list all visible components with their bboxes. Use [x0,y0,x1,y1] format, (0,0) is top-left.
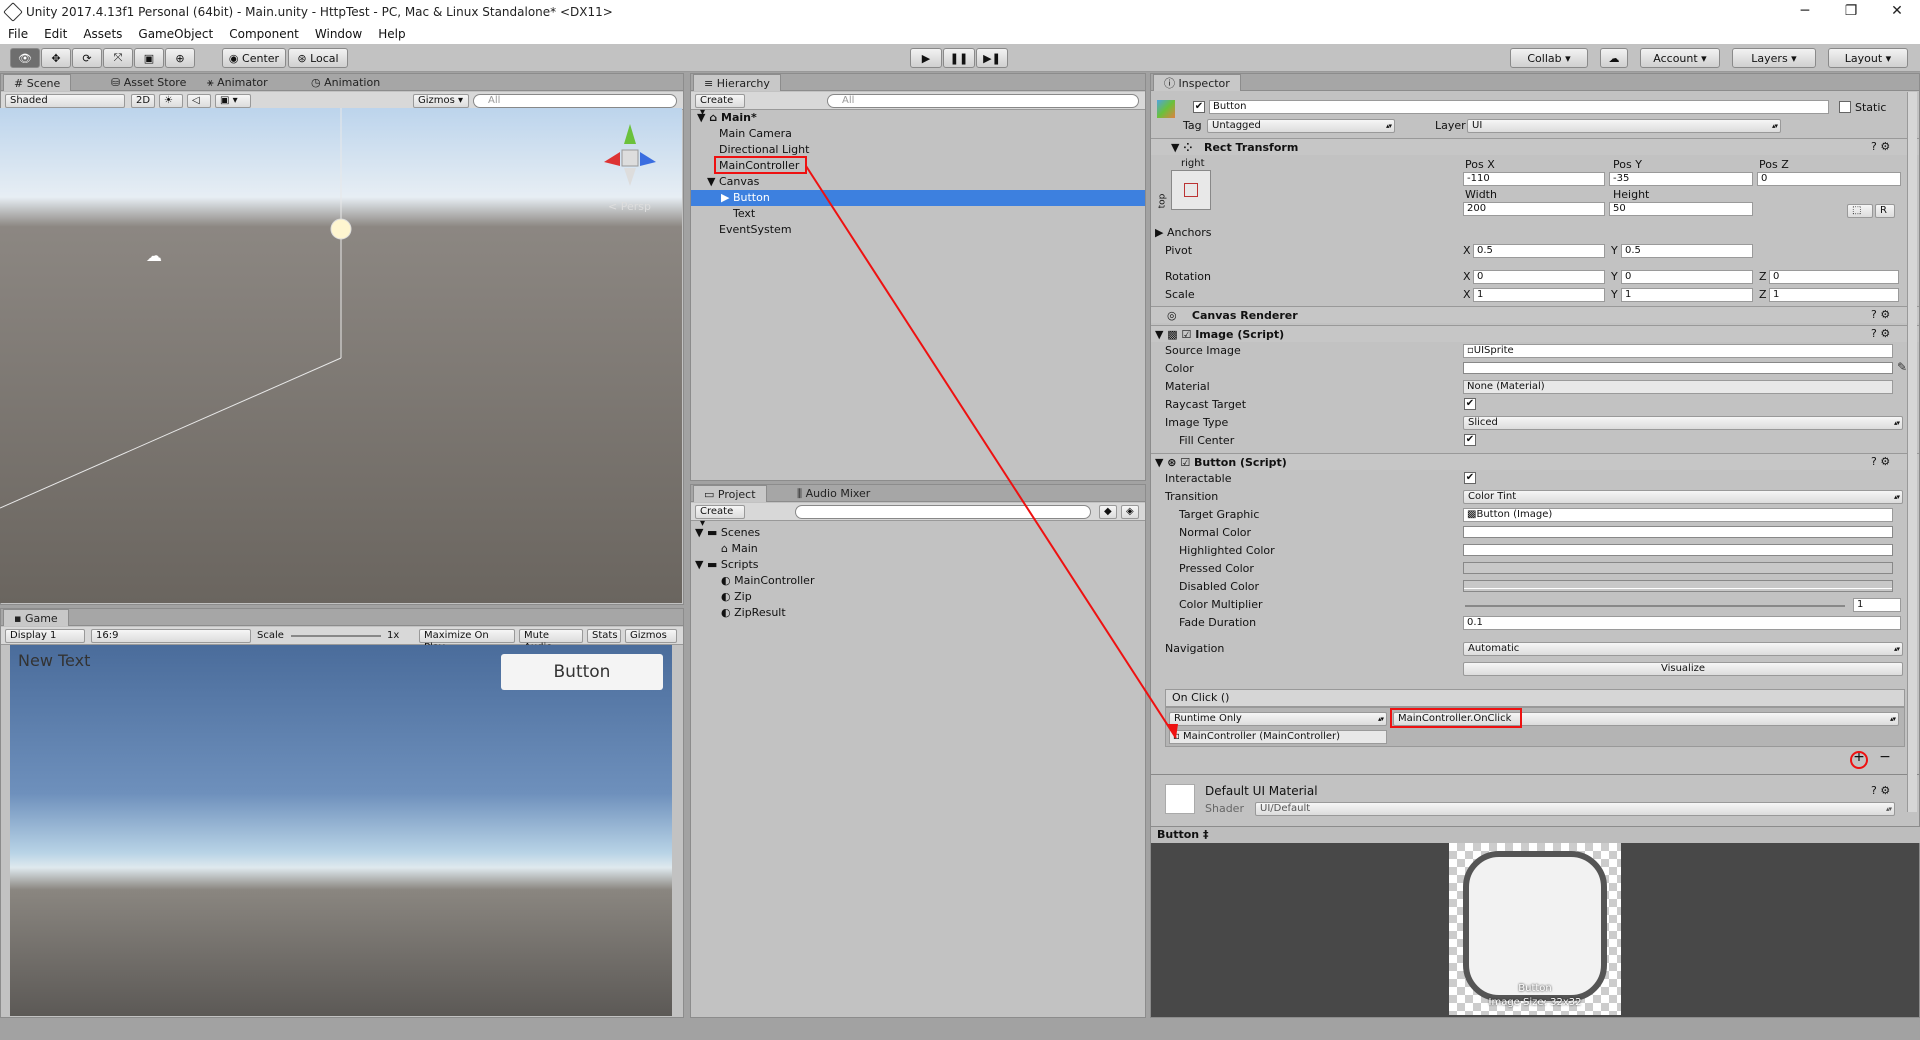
preview-sprite-name: Button [1518,983,1552,994]
preview-title[interactable]: Button ‡ [1151,827,1920,843]
sprite-preview-shape [1463,851,1607,1001]
sprite-preview: Button Image Size: 32x32 [1449,843,1621,1015]
preview-image-size: Image Size: 32x32 [1488,997,1582,1008]
